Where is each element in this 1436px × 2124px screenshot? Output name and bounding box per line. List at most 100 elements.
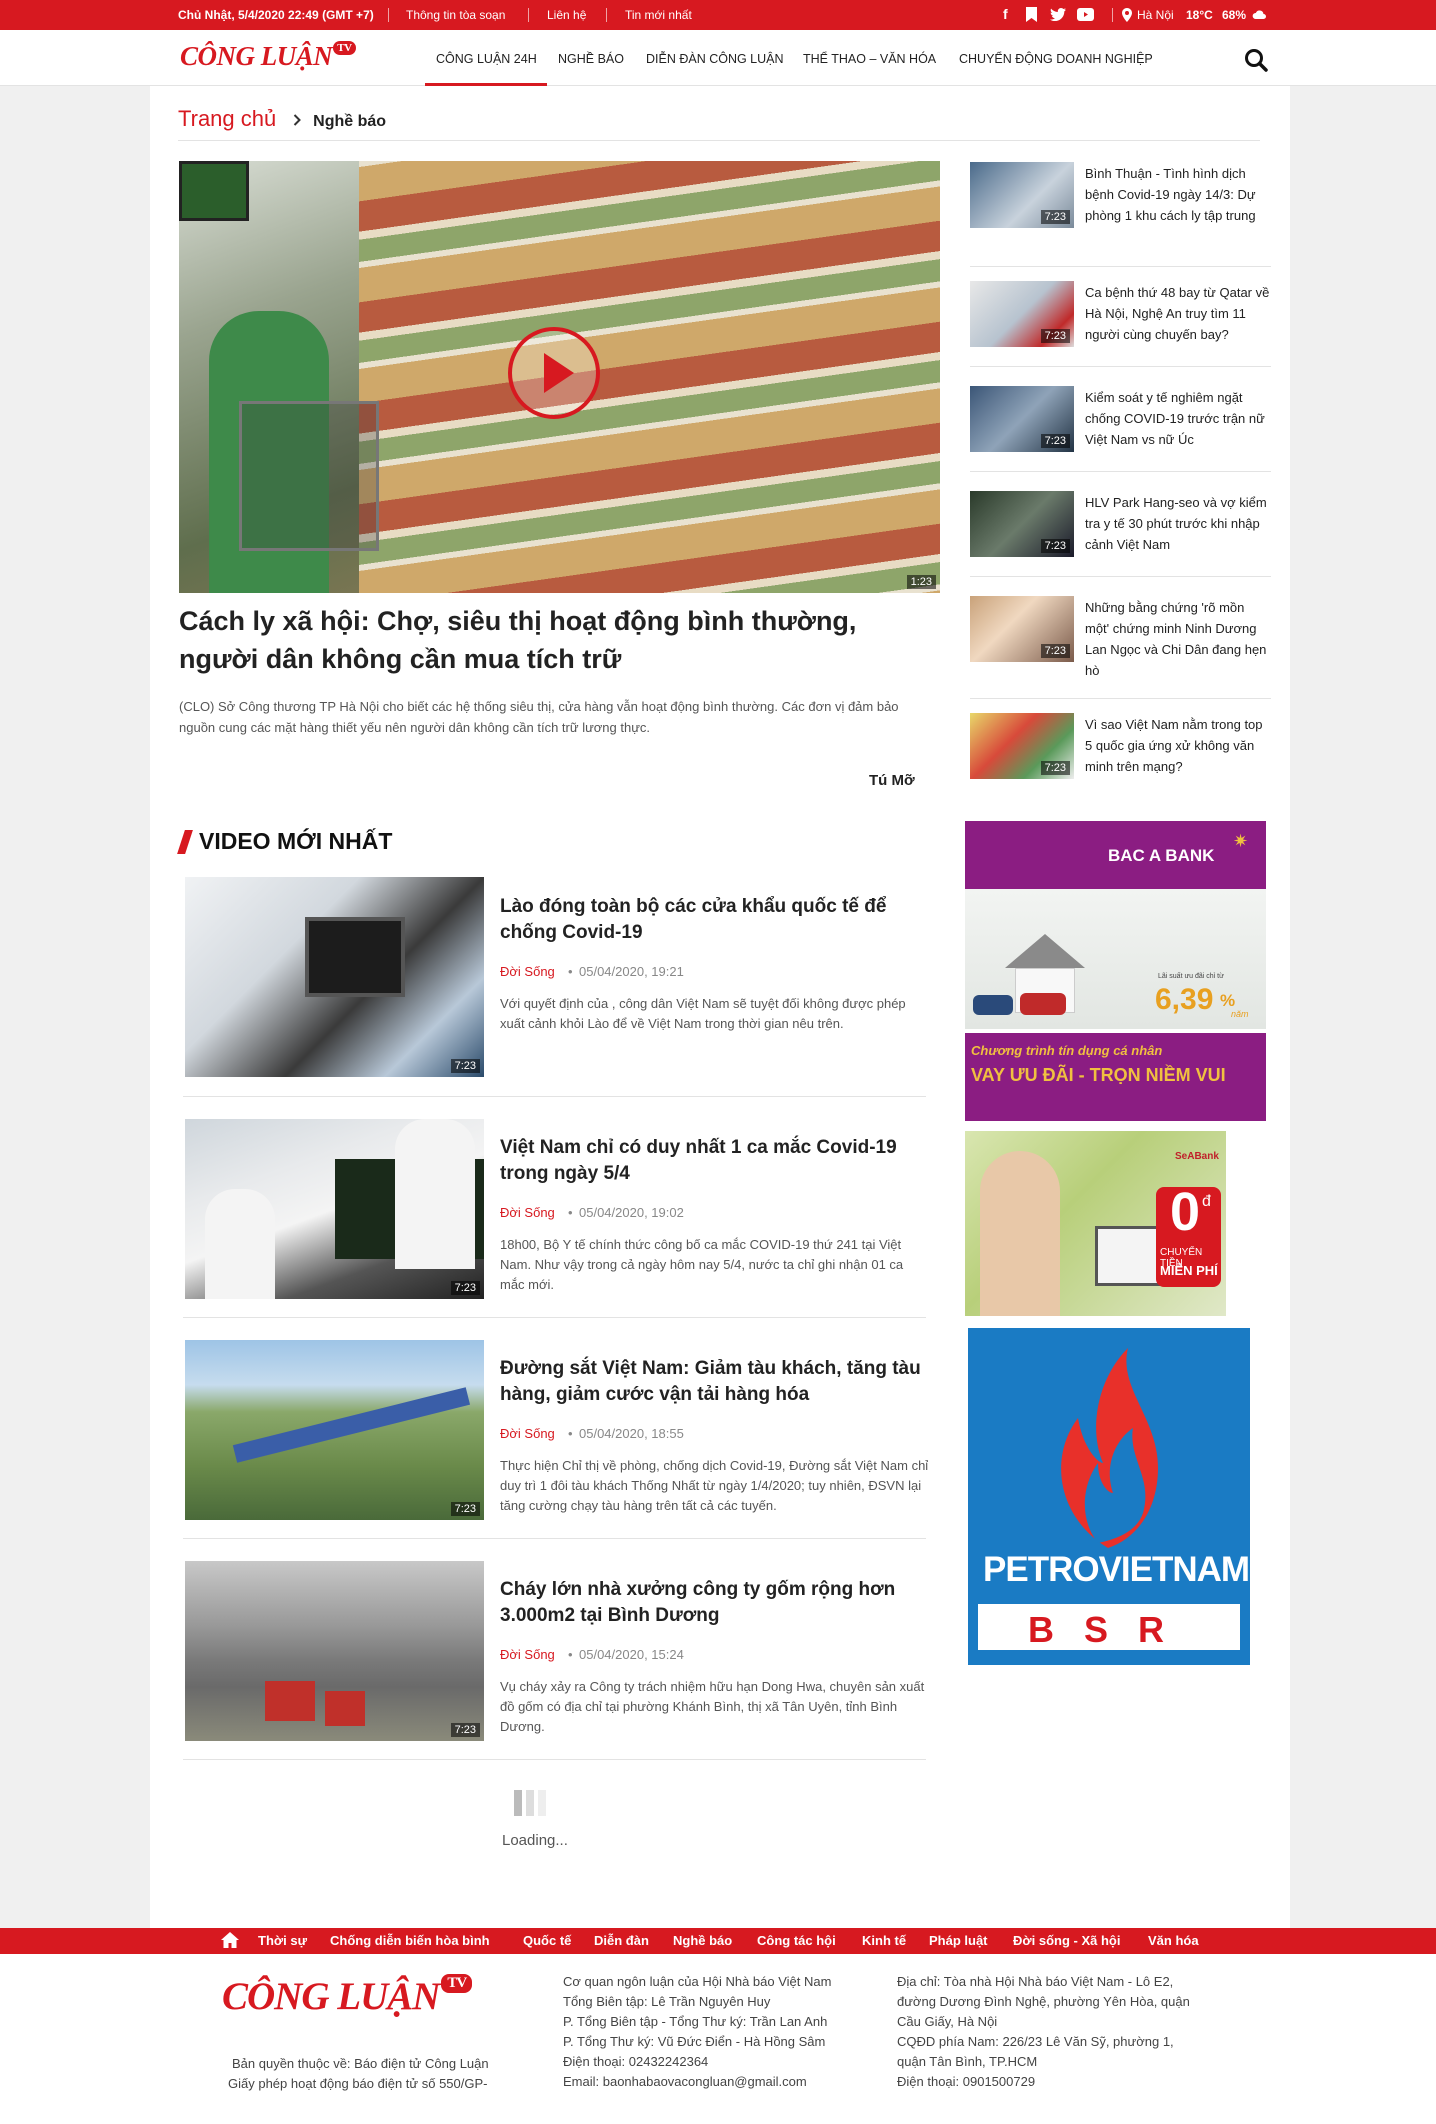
sidebar-video-thumbnail[interactable]: 7:23 [970, 713, 1074, 779]
video-duration: 7:23 [1040, 329, 1070, 343]
car-shape [973, 995, 1013, 1015]
twitter-icon[interactable] [1050, 8, 1066, 21]
ad-seabank[interactable]: SeABank 0 đ CHUYỂN TIỀN MIỄN PHÍ [965, 1131, 1226, 1316]
content-container: Trang chủ Nghề báo 1:23 Cách ly xã hội: … [150, 86, 1290, 1928]
protective-suit-figure [395, 1119, 475, 1269]
video-title[interactable]: Lào đóng toàn bộ các cửa khẩu quốc tế để… [500, 894, 920, 946]
link-contact[interactable]: Liên hệ [547, 8, 586, 22]
ad-bacabank-footer: Chương trình tín dụng cá nhân VAY ƯU ĐÃI… [965, 1033, 1266, 1121]
ad-seabank-badge: 0 đ CHUYỂN TIỀN MIỄN PHÍ [1156, 1182, 1221, 1287]
nav-item-dien-dan[interactable]: DIỄN ĐÀN CÔNG LUẬN [646, 52, 784, 66]
video-title[interactable]: Cháy lớn nhà xưởng công ty gốm rộng hơn … [500, 1577, 930, 1629]
divider [970, 698, 1271, 699]
video-category[interactable]: Đời Sống [500, 1426, 555, 1441]
catbar-item[interactable]: Chống diễn biến hòa bình [330, 1933, 490, 1948]
video-duration: 7:23 [1040, 761, 1070, 775]
fire-truck-shape [325, 1691, 365, 1726]
sidebar-video-title[interactable]: Ca bệnh thứ 48 bay từ Qatar về Hà Nội, N… [1085, 282, 1271, 345]
video-duration: 7:23 [1040, 210, 1070, 224]
person-figure [980, 1151, 1060, 1316]
video-thumbnail[interactable]: 7:23 [185, 877, 484, 1077]
nav-item-cong-luan-24h[interactable]: CÔNG LUẬN 24H [436, 52, 537, 66]
link-editorial-info[interactable]: Thông tin tòa soạn [406, 8, 505, 22]
site-logo[interactable]: CÔNG LUẬN TV [180, 41, 356, 72]
ad-petrovietnam[interactable]: PETROVIETNAM BSR [968, 1328, 1250, 1665]
footer-address-line: Địa chỉ: Tòa nhà Hội Nhà báo Việt Nam - … [897, 1974, 1174, 1989]
catbar-item[interactable]: Quốc tế [523, 1933, 571, 1948]
ad-bacabank-rate-suffix: năm [1231, 1009, 1249, 1019]
cloud-icon [1252, 10, 1266, 19]
video-category[interactable]: Đời Sống [500, 1205, 555, 1220]
video-dot: • [568, 1426, 573, 1441]
catbar-item[interactable]: Văn hóa [1148, 1933, 1199, 1948]
star-icon: ✷ [1233, 831, 1249, 851]
footer-email[interactable]: Email: baonhabaovacongluan@gmail.com [563, 2072, 807, 2092]
footer-phone: Điện thoại: 0901500729 [897, 2074, 1036, 2089]
video-title[interactable]: Việt Nam chỉ có duy nhất 1 ca mắc Covid-… [500, 1135, 930, 1187]
sidebar-video-title[interactable]: Những bằng chứng 'rõ mồn một' chứng minh… [1085, 597, 1271, 681]
featured-title[interactable]: Cách ly xã hội: Chợ, siêu thị hoạt động … [179, 602, 940, 678]
divider [183, 1759, 926, 1760]
sidebar-video-thumbnail[interactable]: 7:23 [970, 491, 1074, 557]
footer-logo[interactable]: CÔNG LUẬN TV [222, 1974, 473, 2019]
bookmark-icon[interactable] [1025, 7, 1038, 22]
sidebar-video-thumbnail[interactable]: 7:23 [970, 281, 1074, 347]
logo-text: CÔNG LUẬN [180, 41, 333, 71]
protective-suit-figure [205, 1189, 275, 1299]
catbar-item[interactable]: Diễn đàn [594, 1933, 649, 1948]
ad-bacabank-line2: VAY ƯU ĐÃI - TRỌN NIỀM VUI [971, 1065, 1226, 1085]
featured-author[interactable]: Tú Mỡ [869, 772, 915, 789]
ad-bacabank-logo: BAC A BANK [1108, 846, 1215, 865]
catbar-item[interactable]: Pháp luật [929, 1933, 988, 1948]
breadcrumb-divider [178, 140, 1260, 141]
sidebar-video-thumbnail[interactable]: 7:23 [970, 596, 1074, 662]
sidebar-video-title[interactable]: Vì sao Việt Nam nằm trong top 5 quốc gia… [1085, 714, 1271, 777]
facebook-icon[interactable]: f [1003, 6, 1008, 22]
ad-petrovietnam-logo: PETROVIETNAM [983, 1550, 1250, 1589]
video-dot: • [568, 1205, 573, 1220]
flame-logo-icon [1061, 1348, 1158, 1548]
video-thumbnail[interactable]: 7:23 [185, 1340, 484, 1520]
video-date: 05/04/2020, 15:24 [579, 1647, 684, 1662]
featured-video-thumbnail[interactable]: 1:23 [179, 161, 940, 593]
divider [606, 8, 607, 22]
footer-address-line: Cầu Giấy, Hà Nội [897, 2014, 998, 2029]
home-icon[interactable] [221, 1932, 239, 1948]
search-icon[interactable] [1244, 48, 1268, 72]
main-nav: CÔNG LUẬN TV CÔNG LUẬN 24H NGHỀ BÁO DIỄN … [0, 30, 1436, 86]
video-duration: 7:23 [450, 1281, 480, 1295]
catbar-item[interactable]: Thời sự [258, 1933, 307, 1948]
catbar-item[interactable]: Kinh tế [862, 1933, 906, 1948]
catbar-item[interactable]: Nghề báo [673, 1933, 732, 1948]
sidebar-video-title[interactable]: HLV Park Hang-seo và vợ kiểm tra y tế 30… [1085, 492, 1271, 555]
video-category[interactable]: Đời Sống [500, 1647, 555, 1662]
link-latest-news[interactable]: Tin mới nhất [625, 8, 692, 22]
catbar-item[interactable]: Công tác hội [757, 1933, 836, 1948]
ad-bacabank-header: BAC A BANK ✷ [965, 821, 1266, 889]
nav-item-nghe-bao[interactable]: NGHỀ BÁO [558, 52, 624, 66]
youtube-icon[interactable] [1077, 8, 1094, 21]
video-duration: 7:23 [1040, 644, 1070, 658]
play-icon[interactable] [507, 326, 601, 420]
footer-logo-tv-badge: TV [441, 1974, 473, 1993]
video-category[interactable]: Đời Sống [500, 964, 555, 979]
footer-copyright-line: Bản quyền thuộc về: Báo điện tử Công Luậ… [232, 2056, 489, 2071]
sidebar-video-thumbnail[interactable]: 7:23 [970, 162, 1074, 228]
video-title[interactable]: Đường sắt Việt Nam: Giảm tàu khách, tăng… [500, 1356, 930, 1408]
video-thumbnail[interactable]: 7:23 [185, 1561, 484, 1741]
sidebar-video-thumbnail[interactable]: 7:23 [970, 386, 1074, 452]
breadcrumb-current[interactable]: Nghề báo [313, 113, 386, 130]
catbar-item[interactable]: Đời sống - Xã hội [1013, 1933, 1120, 1948]
nav-item-the-thao-van-hoa[interactable]: THỂ THAO – VĂN HÓA [803, 52, 936, 66]
video-summary: Với quyết định của , công dân Việt Nam s… [500, 996, 906, 1031]
sidebar-video-title[interactable]: Kiểm soát y tế nghiêm ngặt chống COVID-1… [1085, 387, 1271, 450]
nav-item-chuyen-dong-doanh-nghiep[interactable]: CHUYỂN ĐỘNG DOANH NGHIỆP [959, 52, 1153, 66]
video-date: 05/04/2020, 19:21 [579, 964, 684, 979]
breadcrumb-home[interactable]: Trang chủ [178, 106, 276, 131]
ad-bacabank[interactable]: BAC A BANK ✷ Lãi suất ưu đãi chỉ từ 6,39… [965, 821, 1266, 1121]
sidebar-video-title[interactable]: Bình Thuận - Tình hình dịch bệnh Covid-1… [1085, 163, 1271, 226]
video-thumbnail[interactable]: 7:23 [185, 1119, 484, 1299]
footer-address-line: quận Tân Bình, TP.HCM [897, 2054, 1038, 2069]
divider [970, 266, 1271, 267]
video-dot: • [568, 1647, 573, 1662]
